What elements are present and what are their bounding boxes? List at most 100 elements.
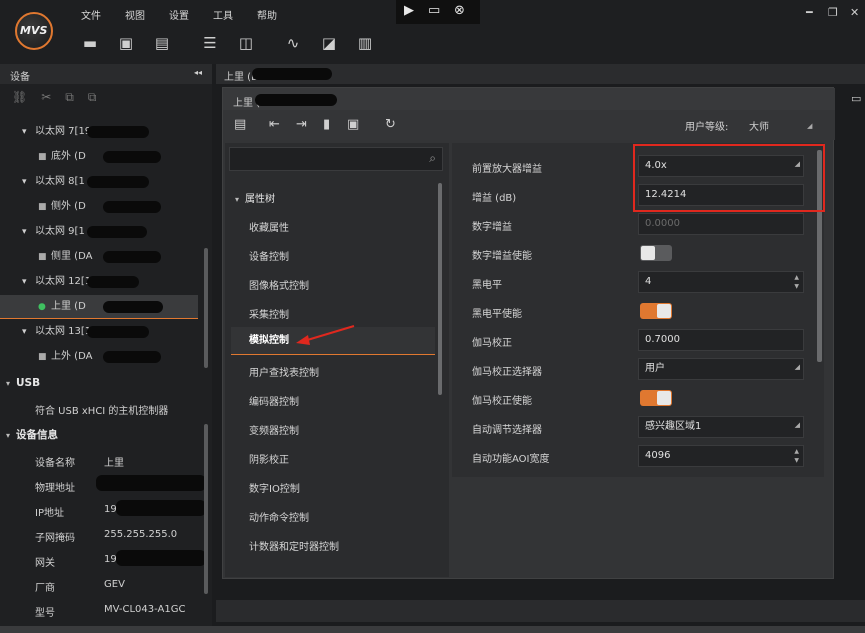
- menu-help[interactable]: 帮助: [257, 7, 277, 22]
- device-tree-scrollbar[interactable]: [204, 248, 208, 368]
- param-label: 伽马校正选择器: [472, 367, 542, 378]
- image-edit-icon[interactable]: ◪: [319, 34, 339, 52]
- tree-item[interactable]: 采集控制: [249, 306, 289, 321]
- network-adapter-item[interactable]: ▾ 以太网 7[192: [0, 120, 200, 144]
- network-adapter-item[interactable]: ▾ 以太网 8[1: [0, 170, 200, 194]
- toggle-switch[interactable]: [640, 390, 672, 406]
- device-panel-title: 设备: [10, 72, 30, 83]
- param-label: 伽马校正: [472, 338, 512, 349]
- expand-caret-icon[interactable]: ▾: [22, 120, 27, 144]
- tree-item[interactable]: 计数器和定时器控制: [249, 538, 339, 553]
- spin-arrows-icon[interactable]: ▲ ▼: [794, 273, 799, 291]
- param-spinbox[interactable]: 4096 ▲ ▼: [638, 445, 804, 467]
- info-key: 物理地址: [35, 483, 75, 494]
- usb-controller-item[interactable]: 符合 USB xHCI 的主机控制器: [35, 402, 168, 417]
- waveform-icon[interactable]: ∿: [283, 34, 303, 52]
- param-dropdown[interactable]: 感兴趣区域1 ◢: [638, 416, 804, 438]
- search-input[interactable]: ⌕: [229, 147, 443, 171]
- tree-item[interactable]: 设备控制: [249, 248, 289, 263]
- param-label: 自动功能AOI宽度: [472, 454, 550, 465]
- param-spinbox[interactable]: 4 ▲ ▼: [638, 271, 804, 293]
- tree-item[interactable]: 数字IO控制: [249, 480, 300, 495]
- collapse-panel-icon[interactable]: ◂◂: [194, 68, 202, 77]
- clipboard-icon[interactable]: ▥: [355, 34, 375, 52]
- tree-root[interactable]: ▾ 属性树: [235, 190, 275, 205]
- expand-caret-icon[interactable]: ▾: [22, 170, 27, 194]
- refresh-icon[interactable]: ↻: [385, 117, 396, 132]
- camera-item[interactable]: ● 上里 (D: [0, 295, 198, 319]
- tree-item[interactable]: 变频器控制: [249, 422, 299, 437]
- param-dropdown[interactable]: 用户 ◢: [638, 358, 804, 380]
- capture-icon[interactable]: ⧉: [65, 90, 88, 104]
- tree-item[interactable]: 收藏属性: [249, 219, 289, 234]
- toggle-knob: [641, 246, 655, 260]
- camera-icon: ■: [38, 152, 47, 162]
- usb-header-label: USB: [16, 377, 41, 389]
- param-value: 4096: [645, 450, 671, 461]
- expand-caret-icon[interactable]: ▾: [22, 320, 27, 344]
- link-icon[interactable]: ⛓: [12, 90, 41, 104]
- menu-view[interactable]: 视图: [125, 7, 145, 22]
- param-input[interactable]: 0.7000: [638, 329, 804, 351]
- logo-text: MVS: [20, 24, 48, 37]
- unlink-icon[interactable]: ✂: [41, 90, 65, 104]
- dropdown-arrow-icon[interactable]: ◢: [795, 415, 800, 435]
- export-icon[interactable]: ⇥: [296, 117, 307, 132]
- param-value: 感兴趣区域1: [645, 421, 702, 432]
- camera-item[interactable]: ■ 上外 (DA: [0, 345, 200, 369]
- copy-icon[interactable]: ⧉: [88, 90, 111, 104]
- device-toolbar: ⛓✂⧉⧉: [12, 90, 110, 105]
- play-flag-icon[interactable]: ▶: [404, 3, 414, 18]
- save-icon[interactable]: ▣: [116, 34, 136, 52]
- device-info-header[interactable]: ▾ 设备信息: [6, 424, 216, 446]
- info-value: 19: [104, 554, 117, 565]
- info-value: 255.255.255.0: [104, 529, 178, 540]
- menu-file[interactable]: 文件: [81, 7, 101, 22]
- redaction: [87, 326, 149, 338]
- usb-section-header[interactable]: ▾ USB: [6, 372, 216, 394]
- tree-item[interactable]: 图像格式控制: [249, 277, 309, 292]
- grid-icon[interactable]: ▤: [234, 117, 246, 132]
- tree-item[interactable]: 用户查找表控制: [249, 364, 319, 379]
- restore-window-icon[interactable]: ▭: [428, 3, 440, 18]
- network-adapter-item[interactable]: ▾ 以太网 13[1: [0, 320, 200, 344]
- tree-scrollbar[interactable]: [438, 183, 442, 395]
- close-icon[interactable]: ✕: [850, 6, 859, 19]
- close-circle-icon[interactable]: ⊗: [454, 3, 465, 18]
- tree-item[interactable]: 阴影校正: [249, 451, 289, 466]
- minimize-icon[interactable]: ━: [806, 6, 813, 19]
- toggle-switch[interactable]: [640, 303, 672, 319]
- device-list-icon[interactable]: ☰: [200, 34, 220, 52]
- chevron-down-icon[interactable]: ◢: [807, 122, 812, 130]
- dropdown-arrow-icon[interactable]: ◢: [795, 357, 800, 377]
- menu-settings[interactable]: 设置: [169, 7, 189, 22]
- camera-item[interactable]: ■ 侧外 (D: [0, 195, 200, 219]
- network-adapter-item[interactable]: ▾ 以太网 9[1: [0, 220, 200, 244]
- fit-ratio-icon[interactable]: ▭: [851, 92, 861, 105]
- redaction: [87, 226, 147, 238]
- spin-arrows-icon[interactable]: ▲ ▼: [794, 447, 799, 465]
- user-level-select[interactable]: 大师: [749, 118, 769, 133]
- network-adapter-item[interactable]: ▾ 以太网 12[192: [0, 270, 200, 294]
- tree-item[interactable]: 动作命令控制: [249, 509, 309, 524]
- tree-item[interactable]: 编码器控制: [249, 393, 299, 408]
- camera-item[interactable]: ■ 侧里 (DA: [0, 245, 200, 269]
- open-folder-icon[interactable]: ▬: [80, 34, 100, 52]
- expand-caret-icon[interactable]: ▾: [22, 270, 27, 294]
- expand-caret-icon[interactable]: ▾: [22, 220, 27, 244]
- save-as-icon[interactable]: ▤: [152, 34, 172, 52]
- import-icon[interactable]: ⇤: [269, 117, 280, 132]
- image-tab[interactable]: 上里 (D: [216, 64, 865, 84]
- menu-tools[interactable]: 工具: [213, 7, 233, 22]
- save-params-icon[interactable]: ▣: [347, 117, 359, 132]
- file-icon[interactable]: ▮: [323, 117, 330, 132]
- redaction: [116, 550, 206, 566]
- param-label: 黑电平使能: [472, 309, 522, 320]
- redaction: [103, 301, 163, 313]
- search-icon[interactable]: ⌕: [429, 151, 436, 166]
- restore-icon[interactable]: ❐: [828, 6, 838, 19]
- fit-window-icon[interactable]: ◫: [236, 34, 256, 52]
- info-scrollbar[interactable]: [204, 424, 208, 594]
- camera-item[interactable]: ■ 底外 (D: [0, 145, 200, 169]
- toggle-switch[interactable]: [640, 245, 672, 261]
